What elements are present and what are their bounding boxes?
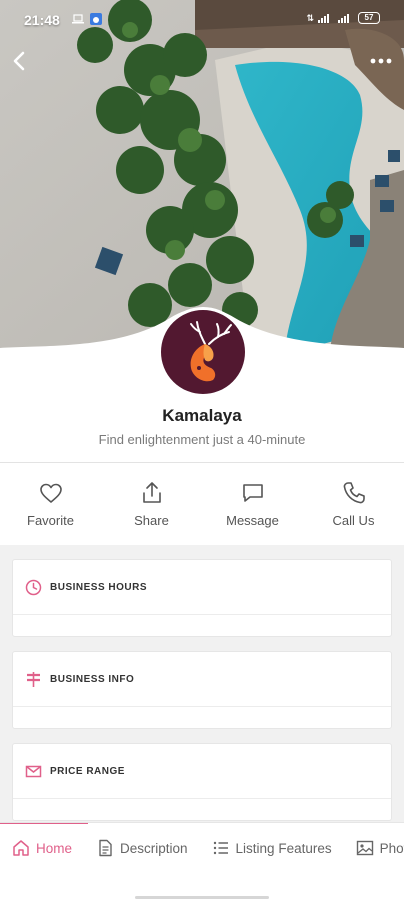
phone-icon bbox=[343, 482, 365, 504]
message-label: Message bbox=[226, 513, 279, 528]
message-icon bbox=[242, 484, 263, 502]
tab-listing-features-label: Listing Features bbox=[235, 840, 332, 856]
price-range-card[interactable]: PRICE RANGE bbox=[12, 743, 392, 821]
tab-description[interactable]: Description bbox=[84, 823, 200, 872]
message-button[interactable]: Message bbox=[202, 463, 303, 545]
heart-icon bbox=[39, 483, 62, 503]
business-name: Kamalaya bbox=[162, 406, 242, 425]
battery-icon: 57 bbox=[358, 12, 380, 24]
resort-aerial-photo bbox=[0, 0, 404, 350]
favorite-button[interactable]: Favorite bbox=[0, 463, 101, 545]
list-icon bbox=[213, 841, 228, 855]
business-info-label: BUSINESS INFO bbox=[50, 673, 135, 685]
tab-listing-features[interactable]: Listing Features bbox=[200, 823, 344, 872]
tab-photos-label: Photos bbox=[379, 840, 404, 856]
back-arrow-icon[interactable] bbox=[8, 48, 30, 74]
cloud-app-icon bbox=[90, 13, 102, 25]
tab-home[interactable]: Home bbox=[0, 823, 89, 872]
envelope-icon bbox=[25, 765, 42, 777]
call-us-button[interactable]: Call Us bbox=[303, 463, 404, 545]
business-hours-card[interactable]: BUSINESS HOURS bbox=[12, 559, 392, 637]
price-range-label: PRICE RANGE bbox=[50, 765, 125, 777]
signal-2-icon bbox=[338, 14, 349, 23]
bottom-tab-bar: Home Description Listing Features Photos bbox=[0, 822, 404, 872]
status-bar: 21:48 ⇅ 57 bbox=[0, 0, 404, 40]
status-time: 21:48 bbox=[24, 12, 60, 28]
call-us-label: Call Us bbox=[332, 513, 375, 528]
business-hours-label: BUSINESS HOURS bbox=[50, 581, 148, 593]
more-options-icon[interactable] bbox=[368, 52, 394, 70]
business-info-card[interactable]: BUSINESS INFO bbox=[12, 651, 392, 729]
share-button[interactable]: Share bbox=[101, 463, 202, 545]
action-bar: Favorite Share Message Call Us bbox=[0, 463, 404, 545]
share-icon bbox=[142, 482, 161, 503]
hero-image: 21:48 ⇅ 57 bbox=[0, 0, 404, 350]
tab-photos[interactable]: Photos bbox=[344, 823, 404, 872]
details-section: BUSINESS HOURS BUSINESS INFO PRICE RANGE bbox=[0, 545, 404, 823]
document-icon bbox=[99, 839, 112, 857]
deer-logo-icon bbox=[190, 321, 232, 382]
home-icon bbox=[13, 840, 29, 856]
tab-description-label: Description bbox=[120, 840, 188, 856]
business-tagline: Find enlightenment just a 40-minute bbox=[98, 432, 306, 447]
home-indicator[interactable] bbox=[135, 896, 269, 899]
image-icon bbox=[356, 840, 373, 856]
signal-icon bbox=[318, 14, 329, 23]
share-label: Share bbox=[134, 513, 169, 528]
data-speed-icon: ⇅ bbox=[306, 12, 314, 23]
laptop-icon bbox=[72, 14, 84, 24]
tab-home-label: Home bbox=[36, 840, 73, 856]
favorite-label: Favorite bbox=[27, 513, 74, 528]
signpost-icon bbox=[27, 671, 40, 687]
business-logo bbox=[158, 307, 248, 397]
clock-icon bbox=[25, 579, 42, 595]
